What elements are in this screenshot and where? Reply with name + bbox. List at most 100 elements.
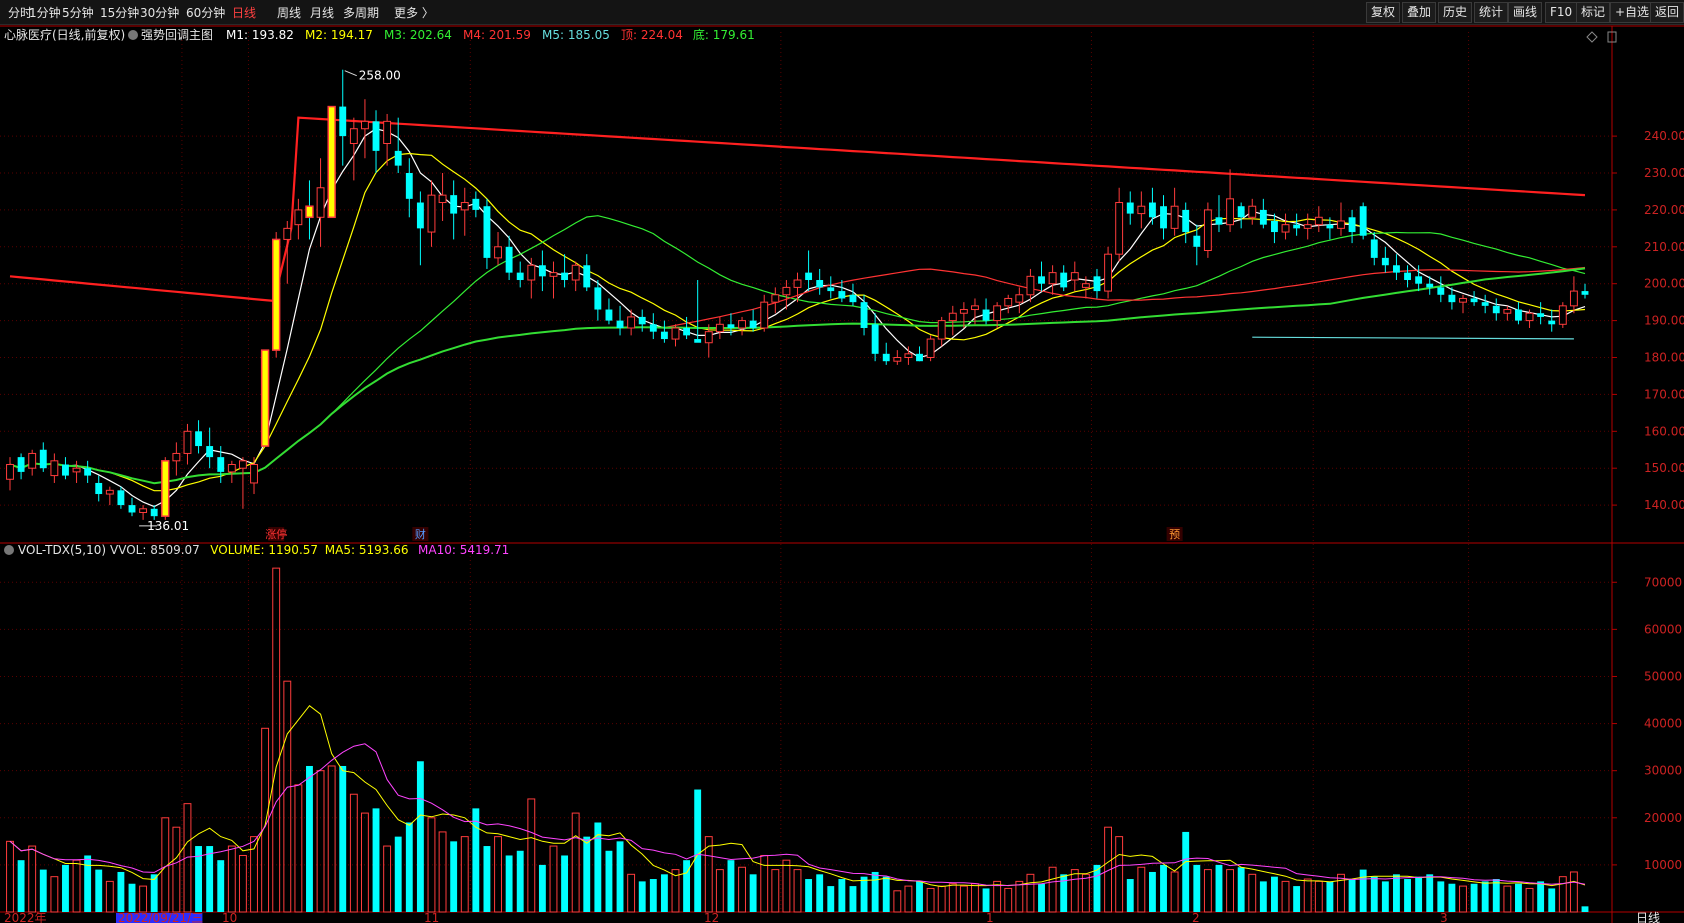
volume-bar-down [1548,888,1556,912]
ma-legend-1: M2: 194.17 [305,28,373,42]
toolbar-button-1[interactable]: 叠加 [1402,2,1437,23]
toolbar-button-4[interactable]: 画线 [1508,2,1543,23]
date-label: 10 [222,911,237,923]
toolbar-button-3[interactable]: 统计 [1474,2,1509,23]
candle-body-up [904,353,913,359]
candle-body-up [50,460,59,477]
date-label: 2022/09/21/三 [118,911,203,923]
candle [416,191,424,266]
period-tab-6[interactable]: 日线 [232,4,256,21]
candle [84,460,92,483]
candle [161,457,170,520]
candle [816,268,824,295]
ma-legend-0: M1: 193.82 [226,28,294,42]
volume-bar-up [1203,869,1212,913]
candle-body-down [1215,217,1223,225]
toolbar-button-8[interactable]: 返回 [1650,2,1684,23]
period-tab-2[interactable]: 5分钟 [62,4,94,21]
volume-bar-down [1093,864,1101,912]
volume-bar-down [206,846,214,912]
period-tab-1[interactable]: 1分钟 [29,4,61,21]
period-tab-4[interactable]: 30分钟 [140,4,179,21]
volume-bar-down [339,765,347,912]
candle [571,261,580,292]
candle [183,423,192,465]
toolbar-button-7[interactable]: +自选 [1610,2,1655,23]
volume-bar-up [782,859,791,913]
volume-bar-up [28,845,37,913]
price-tick-label: 230.00 [1644,166,1684,180]
candle [72,460,81,483]
period-tab-3[interactable]: 15分钟 [100,4,139,21]
volume-legend-2: MA5: 5193.66 [325,543,409,557]
candle-body-up [250,464,258,484]
candle [527,257,536,299]
candle-body-up [1070,272,1079,281]
candle [450,180,458,240]
candle-body-down [516,272,524,281]
diamond-icon[interactable] [1586,31,1598,43]
candle [1503,305,1512,321]
candle [594,280,602,321]
period-tab-10[interactable]: 更多 〉 [394,4,434,21]
candle-body-down [838,291,846,299]
candle-body-down [561,272,569,281]
toolbar-button-2[interactable]: 历史 [1438,2,1473,23]
candle [150,505,158,520]
volume-bar-down [1393,874,1400,912]
period-tab-7[interactable]: 周线 [277,4,301,21]
candle [117,486,125,509]
candle [649,313,657,340]
candle-body-down [1038,276,1045,284]
candle-body-up [926,338,935,359]
toolbar-button-6[interactable]: 标记 [1576,2,1611,23]
candle-body-down [450,195,458,214]
volume-bar-down [982,888,990,912]
candle [1270,213,1278,244]
candle-body-down [1426,283,1434,288]
candle [1537,302,1545,325]
candle-body-up [1281,224,1290,233]
volume-bar-up [227,845,236,913]
candle-body-limit-up [327,105,336,219]
period-tab-9[interactable]: 多周期 [343,4,379,21]
price-tick-label: 170.00 [1644,387,1684,401]
candle-body-down [916,353,923,362]
volume-bar-up [1569,871,1578,913]
volume-bar-down [605,850,613,912]
period-tab-5[interactable]: 60分钟 [186,4,225,21]
ma-legend-2: M3: 202.64 [384,28,452,42]
candle-body-up [760,301,769,329]
toolbar-button-5[interactable]: F10 [1545,2,1578,23]
candle [860,294,868,336]
candle [1337,202,1345,236]
candle [1015,287,1024,314]
volume-bar-down [1237,867,1245,912]
ma-line-m3 [9,215,1586,484]
volume-bar-down [838,879,846,912]
candle-body-down [1437,287,1445,295]
toolbar-button-0[interactable]: 复权 [1366,2,1401,23]
candle [360,99,369,159]
period-tab-8[interactable]: 月线 [310,4,334,21]
volume-bar-down [1426,874,1434,912]
volume-bar-up [1503,885,1512,913]
volume-bar-up [494,836,502,913]
candle-body-up [971,305,979,311]
candle-body-down [1470,298,1478,303]
volume-bar-up [760,854,769,913]
candle [62,457,69,480]
volume-bar-down [1160,864,1167,912]
candle [882,342,890,365]
ma-legend-4: M5: 185.05 [542,28,610,42]
candle-body-down [1548,320,1556,325]
volume-bar-up [1525,887,1534,913]
candle-body-down [1326,224,1334,229]
candle-body-up [1558,305,1567,325]
candle-body-up [438,194,447,204]
volume-bar-down [594,822,602,912]
candle-body-up [139,508,148,513]
candle [460,187,469,236]
volume-bar-down [1537,881,1545,912]
candle [1060,265,1068,292]
